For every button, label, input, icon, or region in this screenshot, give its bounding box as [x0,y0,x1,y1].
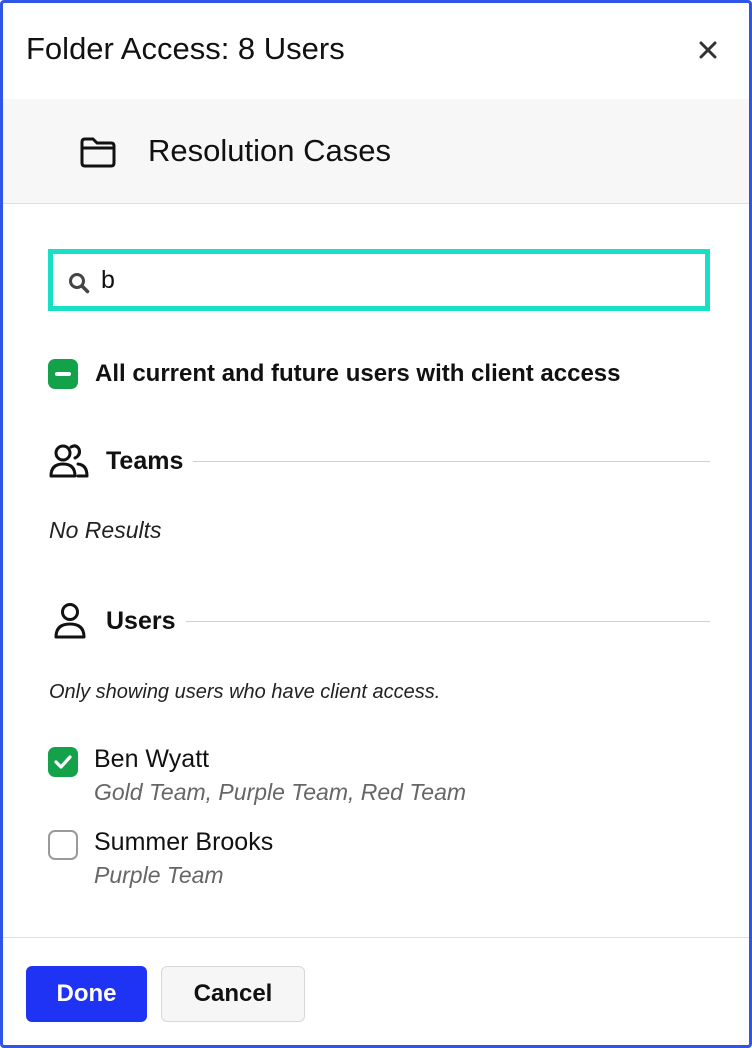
search-icon [69,273,90,294]
user-name: Summer Brooks [94,828,274,856]
users-section-header: Users [48,599,710,643]
folder-banner: Resolution Cases [3,99,749,204]
dialog-header: Folder Access: 8 Users [3,3,749,99]
user-checkbox[interactable] [48,830,78,860]
search-field[interactable] [48,249,710,311]
users-note: Only showing users who have client acces… [49,681,441,703]
users-section-title: Users [106,606,176,635]
teams-section-title: Teams [106,446,184,475]
divider [185,620,710,622]
user-option-summer-brooks[interactable]: Summer Brooks Purple Team [48,828,708,900]
user-checkbox[interactable] [48,747,78,777]
close-icon [699,41,717,59]
teams-empty-text: No Results [49,517,162,543]
user-icon [54,603,86,639]
dialog-title: Folder Access: 8 Users [26,31,345,66]
all-users-option[interactable]: All current and future users with client… [48,358,621,390]
checkmark-icon [54,755,72,769]
footer-divider [3,937,749,938]
user-option-ben-wyatt[interactable]: Ben Wyatt Gold Team, Purple Team, Red Te… [48,745,708,817]
user-teams: Purple Team [94,862,224,888]
close-button[interactable] [691,33,725,67]
folder-name: Resolution Cases [148,133,391,168]
minus-icon [55,372,71,376]
teams-section-header: Teams [48,439,710,483]
all-users-checkbox[interactable] [48,359,78,389]
divider [193,460,710,462]
folder-access-dialog: Folder Access: 8 Users Resolution Cases … [0,0,752,1048]
cancel-button[interactable]: Cancel [161,966,305,1022]
user-teams: Gold Team, Purple Team, Red Team [94,779,467,805]
users-group-icon [49,444,89,478]
folder-icon [80,137,116,168]
all-users-label: All current and future users with client… [95,360,621,387]
done-button[interactable]: Done [26,966,147,1022]
search-input[interactable] [101,262,681,298]
user-name: Ben Wyatt [94,745,210,773]
